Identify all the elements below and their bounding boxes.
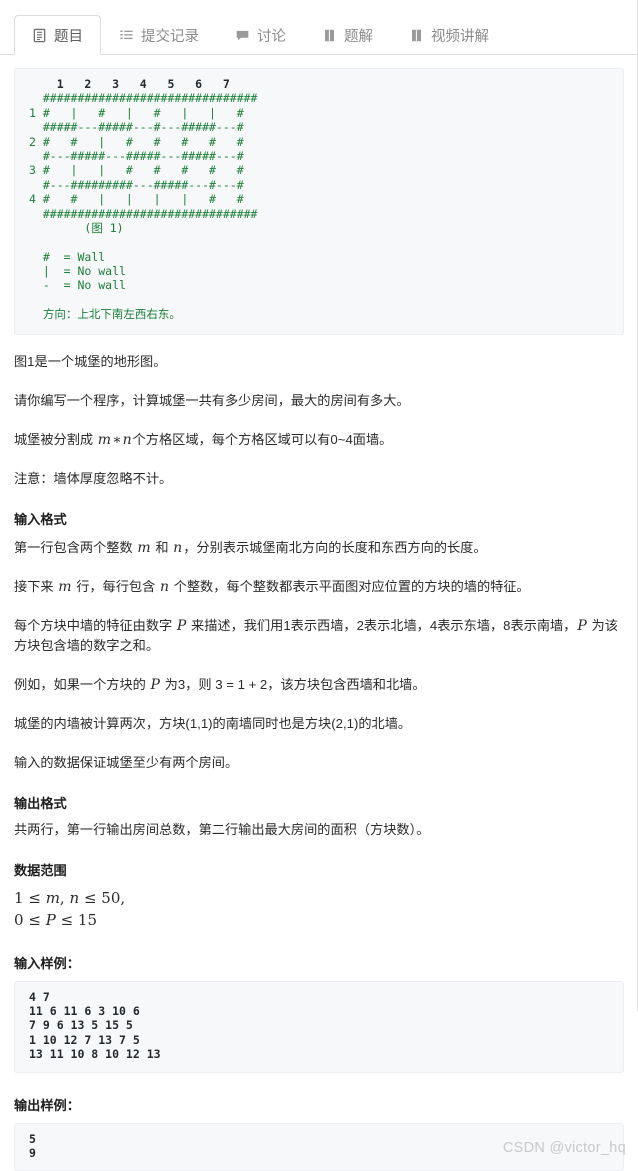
tab-video[interactable]: 视频讲解 [391, 15, 507, 55]
tab-label: 题解 [344, 29, 373, 45]
figure-line: ############################### [29, 206, 258, 221]
legend-no-wall-horizontal: - = No wall [42, 278, 126, 293]
output-sample-block: 5 9 [14, 1122, 624, 1171]
direction-note: 方向：上北下南左西右东。 [42, 307, 181, 322]
legend-wall: # = Wall [42, 249, 106, 264]
heading-data-range: 数据范围 [14, 862, 67, 878]
legend-no-wall-vertical: | = No wall [42, 264, 126, 279]
math-m: m [58, 578, 72, 595]
paragraph-output-desc: 共两行，第一行输出房间总数，第二行输出最大房间的面积（方块数）。 [14, 821, 430, 837]
book-icon [322, 28, 337, 43]
paragraph-task: 请你编写一个程序，计算城堡一共有多少房间，最大的房间有多大。 [14, 392, 410, 408]
figure-caption: (图 1) [84, 220, 124, 235]
figure-line: #---#########---#####---#---# [29, 177, 244, 192]
figure-line: ############################### [29, 91, 258, 106]
problem-content: 1 2 3 4 5 6 7 ##########################… [0, 55, 638, 1171]
math-n: n [122, 431, 132, 448]
list-icon [119, 28, 134, 43]
figure-line: #####---#####---#---#####---# [29, 120, 244, 135]
heading-input-format: 输入格式 [14, 511, 67, 527]
paragraph-guarantee: 输入的数据保证城堡至少有两个房间。 [14, 754, 239, 770]
paragraph-input-rows: 接下来 m 行，每行包含 n 个整数，每个整数都表示平面图对应位置的方块的墙的特… [14, 578, 530, 595]
constraint-mn: 1 ≤ m, n ≤ 50, [14, 888, 126, 907]
math-P: P [176, 617, 187, 634]
paragraph-wall-encoding: 每个方块中墙的特征由数字 P 来描述，我们用1表示西墙，2表示北墙，4表示东墙，… [14, 617, 618, 653]
paragraph-input-line1: 第一行包含两个整数 m 和 n，分别表示城堡南北方向的长度和东西方向的长度。 [14, 539, 487, 556]
constraint-p: 0 ≤ P ≤ 15 [14, 910, 98, 929]
chat-icon [235, 28, 250, 43]
figure-line: 3 # | | # # # # # [29, 163, 244, 178]
input-sample-block: 4 7 11 6 11 6 3 10 6 7 9 6 13 5 15 5 1 1… [14, 980, 624, 1073]
tab-discussion[interactable]: 讨论 [217, 15, 304, 55]
paragraph-figure-intro: 图1是一个城堡的地形图。 [14, 353, 167, 369]
math-n: n [173, 539, 183, 556]
math-m: m [97, 431, 112, 448]
tab-solutions[interactable]: 题解 [304, 15, 391, 55]
heading-output-format: 输出格式 [14, 795, 67, 811]
paragraph-example-encoding: 例如，如果一个方块的 P 为3，则 3 = 1 + 2，该方块包含西墙和北墙。 [14, 676, 426, 693]
math-P: P [150, 676, 160, 693]
tab-label: 题目 [54, 28, 83, 45]
figure-line: #---#####---#####---#####---# [29, 148, 244, 163]
tab-label: 讨论 [257, 29, 286, 45]
math-P: P [577, 617, 587, 634]
book-icon [409, 28, 424, 43]
document-icon [32, 28, 47, 43]
paragraph-grid-desc: 城堡被分割成 m∗n个方格区域，每个方格区域可以有0~4面墙。 [14, 431, 393, 448]
math-m: m [137, 539, 151, 556]
paragraph-note-thickness: 注意：墙体厚度忽略不计。 [14, 470, 173, 486]
figure-line: 4 # # | | | | # # [29, 192, 244, 207]
tab-label: 提交记录 [141, 29, 199, 45]
figure-line: 2 # # | # # # # # [29, 134, 244, 149]
figure-column-header: 1 2 3 4 5 6 7 [29, 77, 230, 91]
math-star: ∗ [112, 431, 122, 448]
tab-label: 视频讲解 [431, 29, 489, 45]
label-output-sample: 输出样例： [14, 1097, 80, 1113]
paragraph-inner-walls: 城堡的内墙被计算两次，方块(1,1)的南墙同时也是方块(2,1)的北墙。 [14, 715, 412, 731]
label-input-sample: 输入样例： [14, 955, 80, 971]
castle-figure-block: 1 2 3 4 5 6 7 ##########################… [14, 68, 624, 335]
math-n: n [159, 578, 170, 595]
tab-bar: 题目 提交记录 讨论 题解 视频讲解 [0, 0, 638, 55]
figure-line: 1 # | # | # | | # [29, 105, 244, 120]
tab-problem[interactable]: 题目 [14, 15, 101, 55]
tab-submissions[interactable]: 提交记录 [101, 15, 217, 55]
